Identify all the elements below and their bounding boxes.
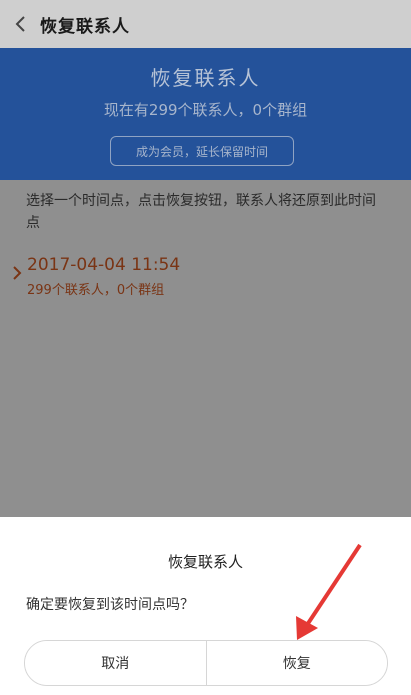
snapshot-count: 299个联系人，0个群组 (27, 283, 165, 298)
contact-summary: 现在有299个联系人，0个群组 (103, 101, 308, 119)
chevron-right-icon (12, 265, 22, 285)
dialog-buttons: 取消 恢复 (24, 640, 388, 686)
chevron-left-icon[interactable] (0, 0, 40, 48)
become-member-button[interactable]: 成为会员，延长保留时间 (110, 136, 294, 166)
instruction-text: 选择一个时间点，点击恢复按钮，联系人将还原到此时间点 (26, 193, 376, 231)
hero-panel: 恢复联系人 现在有299个联系人，0个群组 成为会员，延长保留时间 (0, 48, 411, 180)
header-bar: 恢复联系人 (0, 0, 411, 48)
confirm-restore-button[interactable]: 恢复 (205, 641, 387, 685)
confirm-dialog: 恢复联系人 确定要恢复到该时间点吗？ 取消 恢复 (0, 517, 411, 695)
page-title: 恢复联系人 (40, 16, 130, 37)
dialog-title: 恢复联系人 (167, 553, 243, 571)
dialog-message: 确定要恢复到该时间点吗？ (26, 597, 194, 613)
hero-title: 恢复联系人 (150, 66, 261, 90)
snapshot-time: 2017-04-04 11:54 (27, 255, 181, 275)
cancel-button[interactable]: 取消 (25, 641, 206, 685)
snapshot-item[interactable]: 2017-04-04 11:54 299个联系人，0个群组 (12, 255, 392, 299)
